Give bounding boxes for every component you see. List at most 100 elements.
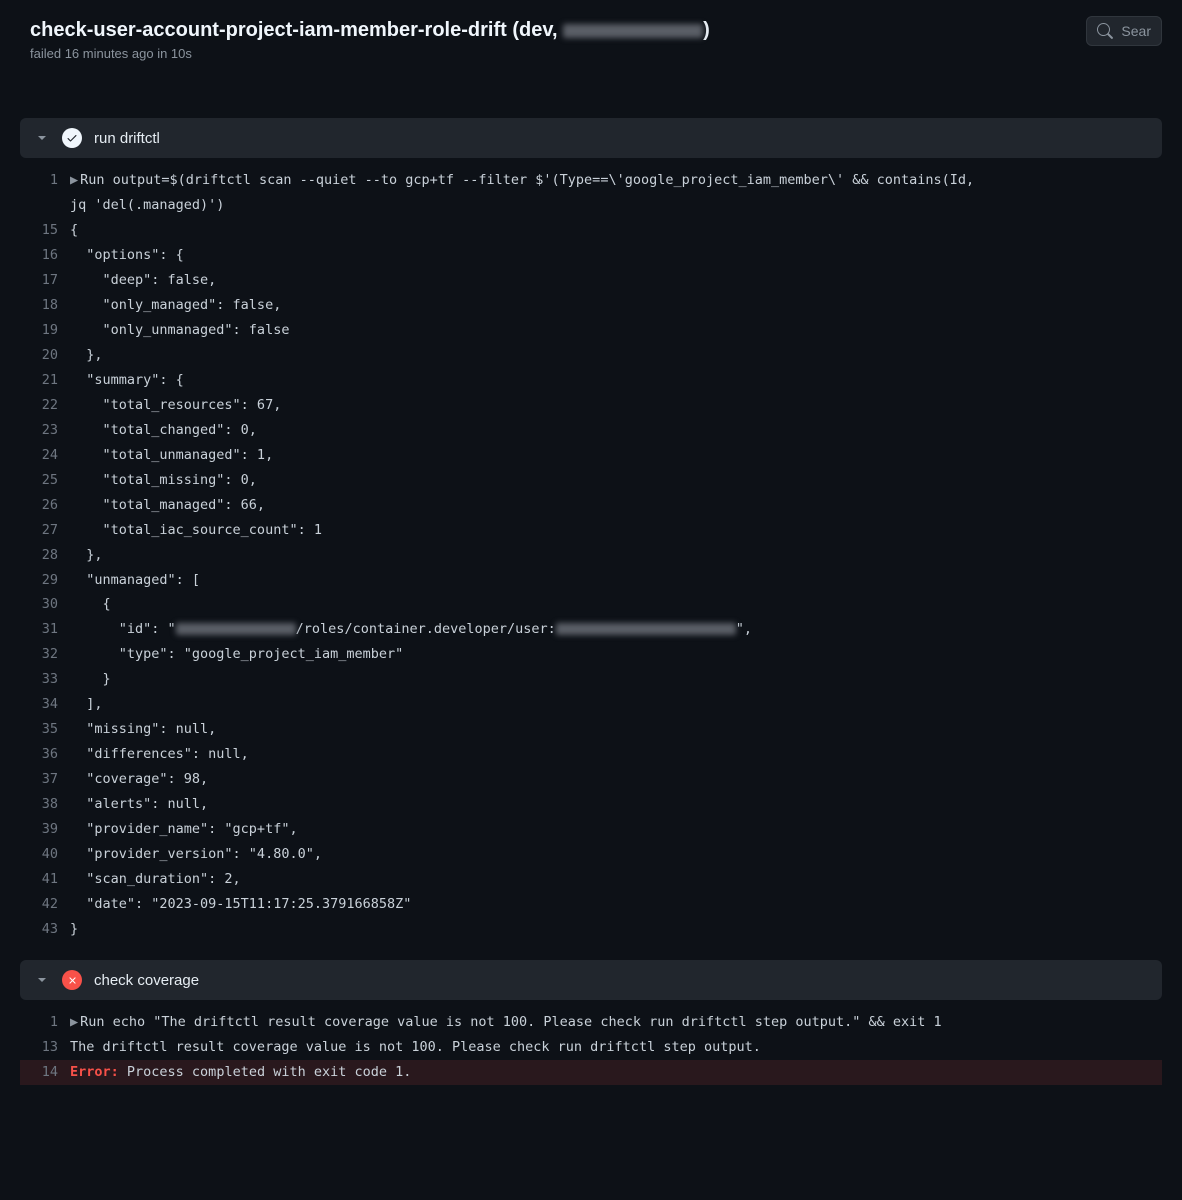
previous-step-row[interactable] <box>0 77 1182 112</box>
line-number: 39 <box>20 817 70 842</box>
line-number: 31 <box>20 617 70 642</box>
line-number: 16 <box>20 243 70 268</box>
log-line: 34 ], <box>20 692 1162 717</box>
line-number: 33 <box>20 667 70 692</box>
line-content: "provider_name": "gcp+tf", <box>70 817 1162 842</box>
line-content: "differences": null, <box>70 742 1162 767</box>
step-check-coverage-header[interactable]: check coverage <box>20 960 1162 1000</box>
chevron-down-icon <box>34 972 50 988</box>
status-success-icon <box>62 128 82 148</box>
line-number: 43 <box>20 917 70 942</box>
step-run-driftctl-header[interactable]: run driftctl <box>20 118 1162 158</box>
line-number: 40 <box>20 842 70 867</box>
line-content: }, <box>70 343 1162 368</box>
log-line: 13The driftctl result coverage value is … <box>20 1035 1162 1060</box>
line-number: 23 <box>20 418 70 443</box>
line-content: "scan_duration": 2, <box>70 867 1162 892</box>
line-content: }, <box>70 543 1162 568</box>
line-number: 25 <box>20 468 70 493</box>
log-run-driftctl: 1▶Run output=$(driftctl scan --quiet --t… <box>0 164 1182 954</box>
search-icon <box>1097 23 1113 39</box>
line-number: 20 <box>20 343 70 368</box>
line-content: "summary": { <box>70 368 1162 393</box>
line-number: 19 <box>20 318 70 343</box>
line-content: "date": "2023-09-15T11:17:25.379166858Z" <box>70 892 1162 917</box>
log-line: 33 } <box>20 667 1162 692</box>
log-line: 15{ <box>20 218 1162 243</box>
line-content: "id": "/roles/container.developer/user:"… <box>70 617 1162 642</box>
log-line: 28 }, <box>20 543 1162 568</box>
line-content: jq 'del(.managed)') <box>70 193 1162 218</box>
log-line: 31 "id": "/roles/container.developer/use… <box>20 617 1162 642</box>
disclosure-triangle-icon[interactable]: ▶ <box>70 172 78 188</box>
line-content: } <box>70 667 1162 692</box>
line-content: "missing": null, <box>70 717 1162 742</box>
line-number: 38 <box>20 792 70 817</box>
line-number: 27 <box>20 518 70 543</box>
line-number: 14 <box>20 1060 70 1085</box>
log-line: 25 "total_missing": 0, <box>20 468 1162 493</box>
title-prefix: check-user-account-project-iam-member-ro… <box>30 19 563 41</box>
line-content: "options": { <box>70 243 1162 268</box>
line-content: "alerts": null, <box>70 792 1162 817</box>
redacted-title-part <box>563 24 703 38</box>
log-line: 18 "only_managed": false, <box>20 293 1162 318</box>
disclosure-triangle-icon[interactable]: ▶ <box>70 1014 78 1030</box>
status-error-icon <box>62 970 82 990</box>
previous-step-label <box>78 85 82 102</box>
title-suffix: ) <box>703 19 710 41</box>
line-content: Error: Process completed with exit code … <box>70 1060 1162 1085</box>
log-line: 38 "alerts": null, <box>20 792 1162 817</box>
log-line: 16 "options": { <box>20 243 1162 268</box>
chevron-down-icon <box>34 130 50 146</box>
step-run-driftctl-title: run driftctl <box>94 130 160 147</box>
line-content: "total_changed": 0, <box>70 418 1162 443</box>
line-content: "deep": false, <box>70 268 1162 293</box>
line-content: "only_unmanaged": false <box>70 318 1162 343</box>
log-line: 37 "coverage": 98, <box>20 767 1162 792</box>
line-content: The driftctl result coverage value is no… <box>70 1035 1162 1060</box>
line-content: "total_unmanaged": 1, <box>70 443 1162 468</box>
line-content: "total_resources": 67, <box>70 393 1162 418</box>
line-number: 32 <box>20 642 70 667</box>
log-line: 36 "differences": null, <box>20 742 1162 767</box>
line-content: "total_iac_source_count": 1 <box>70 518 1162 543</box>
log-line: 1▶Run echo "The driftctl result coverage… <box>20 1010 1162 1035</box>
log-line: 35 "missing": null, <box>20 717 1162 742</box>
log-line: 39 "provider_name": "gcp+tf", <box>20 817 1162 842</box>
log-line: 43} <box>20 917 1162 942</box>
line-content: "unmanaged": [ <box>70 568 1162 593</box>
page-title: check-user-account-project-iam-member-ro… <box>30 16 1086 44</box>
step-check-coverage-title: check coverage <box>94 972 199 989</box>
log-line: 21 "summary": { <box>20 368 1162 393</box>
line-number: 35 <box>20 717 70 742</box>
log-check-coverage: 1▶Run echo "The driftctl result coverage… <box>0 1006 1182 1097</box>
search-placeholder: Sear <box>1121 23 1151 39</box>
log-line: 20 }, <box>20 343 1162 368</box>
redacted-text <box>176 623 296 635</box>
line-content: } <box>70 917 1162 942</box>
log-line: 14Error: Process completed with exit cod… <box>20 1060 1162 1085</box>
line-number: 30 <box>20 592 70 617</box>
line-number: 17 <box>20 268 70 293</box>
line-number: 29 <box>20 568 70 593</box>
redacted-text <box>556 623 736 635</box>
log-line: 42 "date": "2023-09-15T11:17:25.37916685… <box>20 892 1162 917</box>
line-content: ], <box>70 692 1162 717</box>
line-number: 1 <box>20 1010 70 1035</box>
log-line: 40 "provider_version": "4.80.0", <box>20 842 1162 867</box>
line-content: "type": "google_project_iam_member" <box>70 642 1162 667</box>
error-label: Error: <box>70 1064 119 1080</box>
log-line: 27 "total_iac_source_count": 1 <box>20 518 1162 543</box>
log-line: jq 'del(.managed)') <box>20 193 1162 218</box>
line-content: "total_missing": 0, <box>70 468 1162 493</box>
line-number: 28 <box>20 543 70 568</box>
line-number: 42 <box>20 892 70 917</box>
line-content: { <box>70 592 1162 617</box>
log-line: 26 "total_managed": 66, <box>20 493 1162 518</box>
line-number: 34 <box>20 692 70 717</box>
log-line: 32 "type": "google_project_iam_member" <box>20 642 1162 667</box>
log-line: 30 { <box>20 592 1162 617</box>
search-input[interactable]: Sear <box>1086 16 1162 46</box>
log-line: 23 "total_changed": 0, <box>20 418 1162 443</box>
